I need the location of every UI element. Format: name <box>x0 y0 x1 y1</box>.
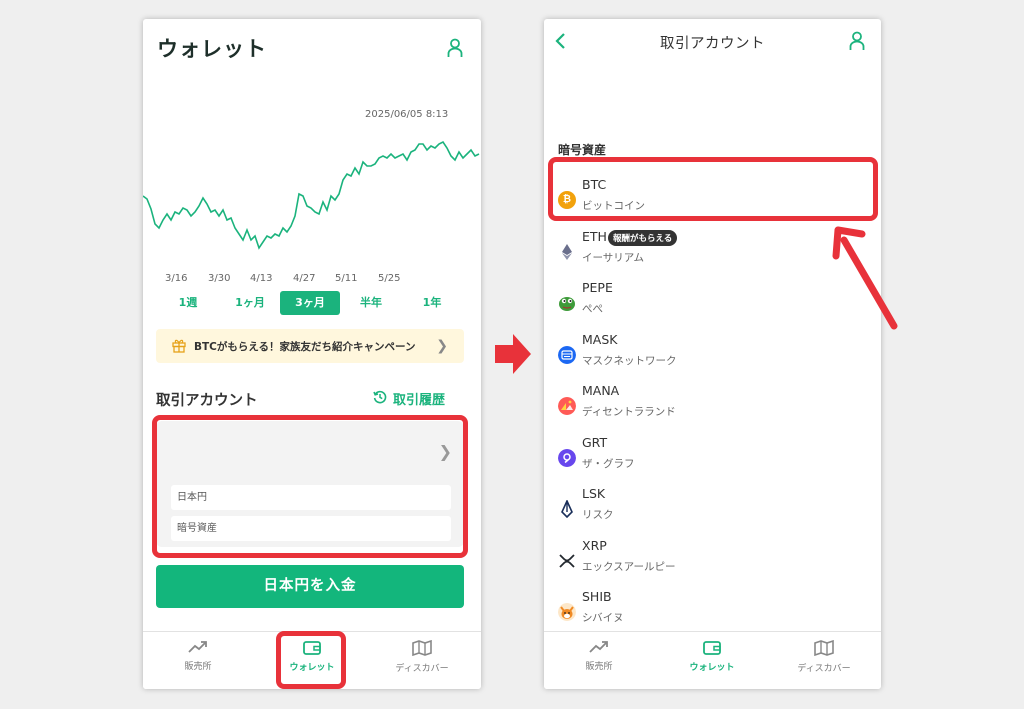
history-icon <box>373 390 387 404</box>
asset-item-xrp[interactable]: XRP エックスアールピー <box>558 538 858 582</box>
bottom-nav: 販売所 ウォレット ディスカバー <box>544 631 881 689</box>
section-title: 取引アカウント <box>156 393 258 409</box>
asset-name: リスク <box>582 509 614 521</box>
chart-trend-icon <box>589 641 608 653</box>
asset-name: ザ・グラフ <box>582 458 635 470</box>
asset-symbol: PEPE <box>582 280 613 295</box>
nav-item-discover[interactable]: ディスカバー <box>779 640 869 674</box>
nav-label: ディスカバー <box>797 664 851 674</box>
chart-timestamp: 2025/06/05 8:13 <box>365 109 449 120</box>
gift-icon <box>172 339 186 353</box>
asset-name: シバイヌ <box>582 612 624 624</box>
reward-badge: 報酬がもらえる <box>608 230 678 246</box>
x-tick: 3/30 <box>208 273 231 284</box>
range-tab-1week[interactable]: 1週 <box>158 291 218 315</box>
account-row-crypto[interactable]: 暗号資産 <box>171 516 451 541</box>
x-tick: 4/13 <box>250 273 273 284</box>
asset-symbol: LSK <box>582 486 606 501</box>
mask-network-icon <box>558 346 576 364</box>
lisk-icon <box>561 500 573 518</box>
page-title: 取引アカウント <box>660 36 765 52</box>
pepe-icon <box>559 297 575 311</box>
page-title: ウォレット <box>157 37 267 61</box>
account-row-jpy[interactable]: 日本円 <box>171 485 451 510</box>
nav-label: 販売所 <box>585 662 613 672</box>
asset-item-eth[interactable]: ETH 報酬がもらえる イーサリアム <box>558 229 858 273</box>
campaign-text: BTCがもらえる！家族友だち紹介キャンペーン <box>194 341 416 353</box>
range-tabs: 1週 1ヶ月 3ヶ月 半年 1年 <box>143 291 481 315</box>
asset-name: エックスアールピー <box>582 561 676 573</box>
range-tab-1month[interactable]: 1ヶ月 <box>220 291 280 315</box>
x-tick: 5/11 <box>335 273 358 284</box>
asset-item-pepe[interactable]: PEPE ぺぺ <box>558 280 858 324</box>
asset-item-mask[interactable]: MASK マスクネットワーク <box>558 332 858 376</box>
asset-name: ぺぺ <box>582 303 603 315</box>
history-label: 取引履歴 <box>393 393 446 408</box>
asset-symbol: MASK <box>582 332 618 347</box>
chevron-right-icon: ❯ <box>438 442 452 461</box>
nav-label: ディスカバー <box>395 664 449 674</box>
ethereum-icon <box>562 244 572 260</box>
asset-item-shib[interactable]: SHIB シバイヌ <box>558 589 858 633</box>
asset-symbol: ETH <box>582 229 607 244</box>
nav-item-shop[interactable]: 販売所 <box>554 640 644 672</box>
arrow-right-icon <box>495 334 531 374</box>
wallet-icon <box>303 641 321 655</box>
asset-symbol: XRP <box>582 538 607 553</box>
x-tick: 3/16 <box>165 273 188 284</box>
x-tick: 4/27 <box>293 273 316 284</box>
campaign-banner[interactable]: BTCがもらえる！家族友だち紹介キャンペーン ❯ <box>156 329 464 363</box>
x-tick: 5/25 <box>378 273 401 284</box>
chevron-right-icon: ❯ <box>436 338 448 354</box>
shiba-inu-icon <box>558 603 576 621</box>
asset-symbol: MANA <box>582 383 620 398</box>
nav-label: ウォレット <box>689 663 735 673</box>
asset-symbol: BTC <box>582 177 607 192</box>
nav-item-discover[interactable]: ディスカバー <box>377 640 467 674</box>
asset-item-grt[interactable]: GRT ザ・グラフ <box>558 435 858 479</box>
xrp-icon <box>559 554 575 568</box>
asset-name: イーサリアム <box>582 252 645 264</box>
asset-name: ディセントラランド <box>582 406 676 418</box>
history-link[interactable]: 取引履歴 <box>373 389 446 408</box>
trading-account-screen: 取引アカウント 暗号資産 ₿ BTC ビットコイン ETH 報酬がもらえる イー… <box>544 19 881 689</box>
nav-label: ウォレット <box>289 663 335 673</box>
user-icon[interactable] <box>447 38 463 58</box>
chart-trend-icon <box>188 641 207 653</box>
asset-symbol: SHIB <box>582 589 612 604</box>
price-chart[interactable] <box>143 124 481 254</box>
section-title: 暗号資産 <box>558 143 607 157</box>
nav-label: 販売所 <box>184 662 212 672</box>
range-tab-1year[interactable]: 1年 <box>402 291 462 315</box>
asset-name: ビットコイン <box>582 200 645 212</box>
nav-item-wallet[interactable]: ウォレット <box>667 640 757 673</box>
nav-item-wallet[interactable]: ウォレット <box>267 640 357 673</box>
deposit-button[interactable]: 日本円を入金 <box>156 565 464 608</box>
asset-symbol: GRT <box>582 435 608 450</box>
asset-item-mana[interactable]: MANA ディセントラランド <box>558 383 858 427</box>
decentraland-icon <box>558 397 576 415</box>
asset-item-lsk[interactable]: LSK リスク <box>558 486 858 530</box>
bitcoin-icon: ₿ <box>558 191 576 209</box>
asset-name: マスクネットワーク <box>582 355 677 367</box>
range-tab-3month[interactable]: 3ヶ月 <box>280 291 340 315</box>
map-icon <box>814 640 834 656</box>
price-line <box>143 140 480 250</box>
user-icon[interactable] <box>849 31 865 51</box>
account-card[interactable]: ❯ 日本円 暗号資産 <box>156 421 464 547</box>
asset-item-btc[interactable]: ₿ BTC ビットコイン <box>558 177 858 221</box>
wallet-screen: ウォレット 2025/06/05 8:13 3/16 3/30 4/13 4/2… <box>143 19 481 689</box>
map-icon <box>412 640 432 656</box>
bottom-nav: 販売所 ウォレット ディスカバー <box>143 631 481 689</box>
wallet-icon <box>703 641 721 655</box>
range-tab-6month[interactable]: 半年 <box>341 291 401 315</box>
pointer-arrow-icon <box>832 226 898 330</box>
the-graph-icon <box>558 449 576 467</box>
nav-item-shop[interactable]: 販売所 <box>153 640 243 672</box>
